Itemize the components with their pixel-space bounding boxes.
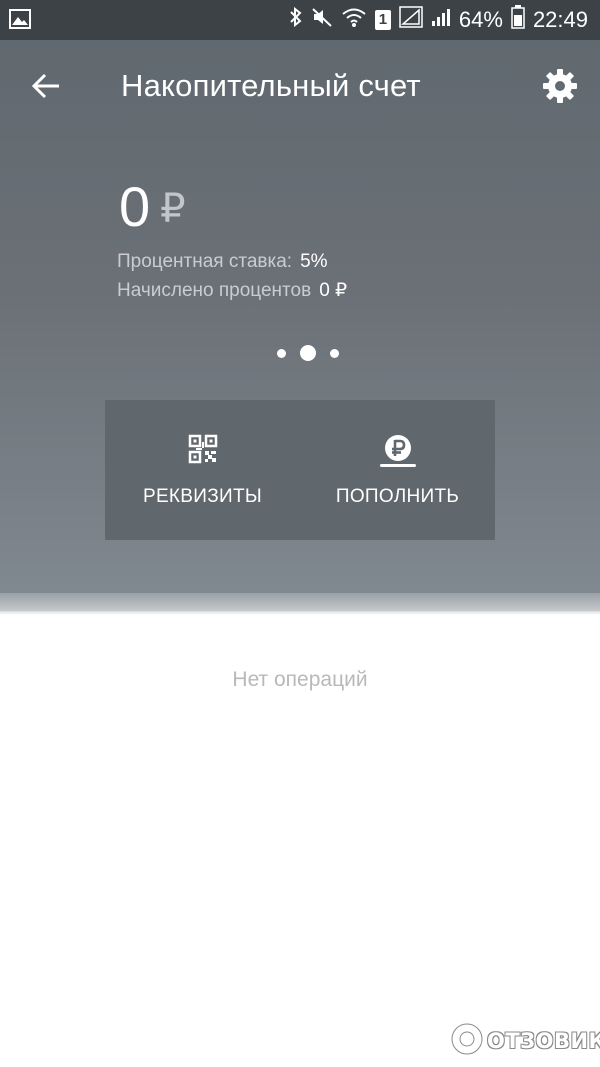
wifi-icon: [341, 6, 367, 34]
page-indicator[interactable]: [270, 343, 346, 363]
watermark-logo-icon: [450, 1021, 484, 1061]
accrued-interest-value: 0 ₽: [319, 280, 348, 301]
sim-icon: 1: [374, 10, 391, 30]
page-dot[interactable]: [330, 348, 339, 358]
interest-rate: Процентная ставка: 5%: [117, 251, 328, 273]
watermark-text: ОТЗОВИК: [487, 1029, 600, 1053]
actions-panel: РЕКВИЗИТЫ ПОПОЛНИТЬ: [105, 400, 495, 540]
mute-icon: [311, 6, 333, 34]
page-title: Накопительный счет: [121, 68, 421, 103]
status-bar: 1 64% 22:49: [0, 0, 600, 40]
interest-rate-value: 5%: [300, 251, 328, 272]
back-button[interactable]: [26, 70, 66, 106]
operations-empty-state: Нет операций: [232, 668, 368, 691]
otzovik-watermark: ОТЗОВИК: [450, 1021, 600, 1061]
signal-icon: [431, 6, 451, 34]
header-shadow: [0, 611, 600, 615]
bluetooth-icon: [289, 6, 303, 34]
battery-level: 64%: [458, 7, 503, 32]
status-icons: 1 64% 22:49: [281, 0, 588, 40]
battery-icon: [511, 5, 525, 35]
qr-code-icon: [188, 434, 218, 469]
accrued-interest: Начислено процентов 0 ₽: [117, 279, 347, 302]
settings-button[interactable]: [540, 68, 580, 108]
balance-currency: ₽: [160, 187, 186, 231]
account-balance: 0 ₽: [119, 174, 186, 239]
topup-button[interactable]: ПОПОЛНИТЬ: [300, 400, 495, 540]
gallery-icon: [9, 9, 31, 35]
page-dot[interactable]: [277, 348, 286, 358]
details-button[interactable]: РЕКВИЗИТЫ: [105, 400, 300, 540]
signal-icon: [399, 6, 423, 34]
page-dot-active[interactable]: [300, 345, 316, 361]
details-button-label: РЕКВИЗИТЫ: [142, 486, 262, 507]
topup-button-label: ПОПОЛНИТЬ: [335, 486, 460, 507]
balance-amount: 0: [119, 175, 151, 238]
header-divider: [0, 593, 600, 611]
interest-rate-label: Процентная ставка:: [117, 251, 293, 272]
gear-icon: [542, 68, 578, 109]
accrued-interest-label: Начислено процентов: [117, 280, 312, 301]
clock: 22:49: [532, 7, 588, 32]
app-screen: 1 64% 22:49 Накопительный счет 0 ₽ Проце…: [0, 0, 600, 1067]
ruble-coin-icon: [378, 434, 418, 473]
arrow-left-icon: [31, 73, 61, 104]
